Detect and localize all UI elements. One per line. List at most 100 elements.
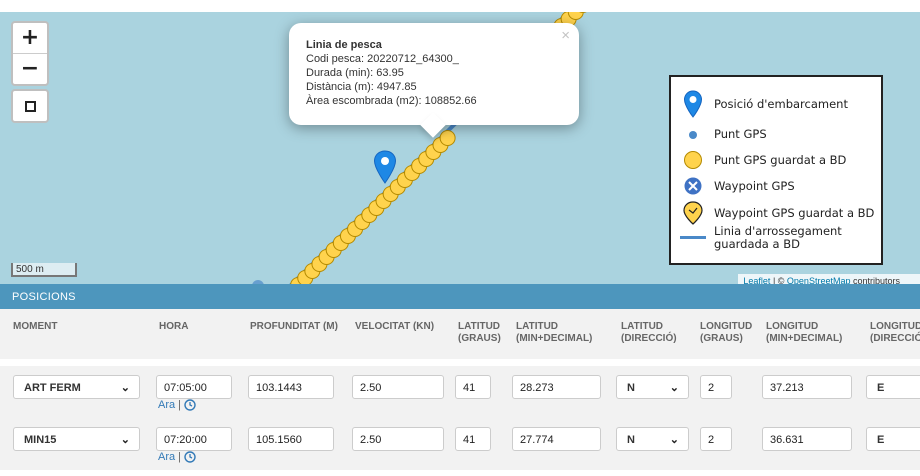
section-title: POSICIONS <box>0 284 920 309</box>
legend-item: Posició d'embarcament <box>680 90 848 118</box>
lat-direction-select-value: N <box>627 382 635 394</box>
time-input[interactable]: 07:05:00 <box>156 375 232 399</box>
legend-item: Linia d'arrossegament guardada a BD <box>680 225 864 251</box>
lat-minutes-input-value: 28.273 <box>520 382 554 394</box>
depth-input-value: 105.1560 <box>256 434 302 446</box>
waypoint-icon <box>680 176 706 196</box>
saved-gps-point-icon <box>680 150 706 170</box>
column-header-text: (MIN+DECIMAL) <box>766 333 843 344</box>
boarding-marker[interactable] <box>373 150 397 184</box>
legend-item: Waypoint GPS <box>680 176 795 196</box>
column-header: LATITUD (DIRECCIÓ) <box>621 321 677 345</box>
column-header-text: (GRAUS) <box>458 333 501 344</box>
table-row: MIN15 ⌄ 07:20:00 105.1560 2.50 41 27.774 N ⌄ 2 36.… <box>0 418 920 470</box>
table-row: ART FERM ⌄ 07:05:00 103.1443 2.50 41 28.273 N ⌄ 2… <box>0 366 920 418</box>
ara-controls: Ara | <box>158 399 196 411</box>
clock-icon[interactable] <box>184 399 196 411</box>
zoom-out-button[interactable]: − <box>13 53 47 84</box>
scale-bar: 500 m <box>11 263 77 277</box>
fishing-line-popup: Linia de pesca Codi pesca: 20220712_6430… <box>289 23 579 138</box>
lat-degrees-input[interactable]: 41 <box>455 427 491 451</box>
legend-label: Posició d'embarcament <box>714 96 848 111</box>
time-input-value: 07:20:00 <box>164 434 207 446</box>
saved-gps-point[interactable] <box>439 130 456 146</box>
lon-minutes-input[interactable]: 37.213 <box>762 375 852 399</box>
column-header: LATITUD (GRAUS) <box>458 321 501 345</box>
ara-separator: | <box>178 451 181 463</box>
ara-separator: | <box>178 399 181 411</box>
column-header-text: LATITUD <box>621 321 664 332</box>
speed-input-value: 2.50 <box>360 382 382 394</box>
column-header-text: (MIN+DECIMAL) <box>516 333 593 344</box>
lon-minutes-input[interactable]: 36.631 <box>762 427 852 451</box>
osm-link[interactable]: OpenStreetMap <box>787 276 851 284</box>
moment-select[interactable]: ART FERM ⌄ <box>13 375 140 399</box>
legend-label: Punt GPS <box>714 127 767 141</box>
time-input-value: 07:05:00 <box>164 382 207 394</box>
lon-degrees-input[interactable]: 2 <box>700 375 732 399</box>
column-header: LONGITUD (GRAUS) <box>700 321 752 345</box>
ara-link[interactable]: Ara <box>158 451 175 463</box>
clock-icon[interactable] <box>184 451 196 463</box>
popup-duration: Durada (min): 63.95 <box>306 67 404 79</box>
lat-direction-select[interactable]: N ⌄ <box>616 375 689 399</box>
zoom-control: + − <box>11 21 49 86</box>
ara-link[interactable]: Ara <box>158 399 175 411</box>
depth-input[interactable]: 103.1443 <box>248 375 334 399</box>
column-header-text: (DIRECCIÓ) <box>870 333 920 344</box>
column-header-text: LONGITUD <box>870 321 920 332</box>
popup-distance: Distància (m): 4947.85 <box>306 81 417 93</box>
lat-minutes-input[interactable]: 28.273 <box>512 375 601 399</box>
column-header: LONGITUD(DIRECCIÓ) <box>870 321 920 345</box>
moment-select-value: ART FERM <box>24 382 81 394</box>
column-header-text: PROFUNDITAT (M) <box>250 321 338 332</box>
lon-direction-select[interactable]: E⌄ <box>866 375 920 399</box>
lon-direction-select[interactable]: E⌄ <box>866 427 920 451</box>
chevron-down-icon: ⌄ <box>669 434 679 446</box>
column-header: VELOCITAT (KN) <box>355 321 434 333</box>
gps-point-icon <box>680 130 706 140</box>
speed-input[interactable]: 2.50 <box>352 375 444 399</box>
table-header: MOMENT HORA PROFUNDITAT (M) VELOCITAT (KN) L… <box>0 309 920 359</box>
draw-rectangle-button[interactable] <box>11 89 49 123</box>
legend-item: Punt GPS guardat a BD <box>680 150 846 170</box>
popup-close-button[interactable]: × <box>561 27 570 44</box>
column-header: MOMENT <box>13 321 57 333</box>
zoom-in-button[interactable]: + <box>13 23 47 53</box>
speed-input-value: 2.50 <box>360 434 382 446</box>
ara-controls: Ara | <box>158 451 196 463</box>
popup-title: Linia de pesca <box>306 39 382 51</box>
column-header-text: VELOCITAT (KN) <box>355 321 435 332</box>
chevron-down-icon: ⌄ <box>669 382 679 394</box>
popup-area: Àrea escombrada (m2): 108852.66 <box>306 95 477 107</box>
legend-item: Punt GPS <box>680 128 767 141</box>
lat-minutes-input[interactable]: 27.774 <box>512 427 601 451</box>
time-input[interactable]: 07:20:00 <box>156 427 232 451</box>
drag-line-icon <box>680 235 706 241</box>
column-header-text: LONGITUD <box>766 321 819 332</box>
lon-direction-select-value: E <box>877 382 885 394</box>
map[interactable]: + − 500 m Leaflet | © OpenStreetMap cont… <box>0 12 920 284</box>
column-header-text: (GRAUS) <box>700 333 743 344</box>
column-header-text: LATITUD <box>516 321 559 332</box>
lat-direction-select-value: N <box>627 434 635 446</box>
leaflet-link[interactable]: Leaflet <box>743 276 770 284</box>
lat-direction-select[interactable]: N ⌄ <box>616 427 689 451</box>
square-icon <box>25 101 36 112</box>
legend-label: Waypoint GPS <box>714 178 795 193</box>
map-legend: Posició d'embarcament Punt GPS Punt GPS … <box>669 75 883 265</box>
column-header: LATITUD (MIN+DECIMAL) <box>516 321 592 345</box>
depth-input[interactable]: 105.1560 <box>248 427 334 451</box>
lon-degrees-input[interactable]: 2 <box>700 427 732 451</box>
lat-degrees-input[interactable]: 41 <box>455 375 491 399</box>
moment-select[interactable]: MIN15 ⌄ <box>13 427 140 451</box>
speed-input[interactable]: 2.50 <box>352 427 444 451</box>
column-header-text: LATITUD <box>458 321 501 332</box>
lat-minutes-input-value: 27.774 <box>520 434 554 446</box>
depth-input-value: 103.1443 <box>256 382 302 394</box>
lon-degrees-input-value: 2 <box>708 434 715 446</box>
attribution-suffix: contributors <box>850 276 900 284</box>
lon-minutes-input-value: 37.213 <box>770 382 804 394</box>
popup-code: Codi pesca: 20220712_64300_ <box>306 53 459 65</box>
chevron-down-icon: ⌄ <box>120 382 130 394</box>
